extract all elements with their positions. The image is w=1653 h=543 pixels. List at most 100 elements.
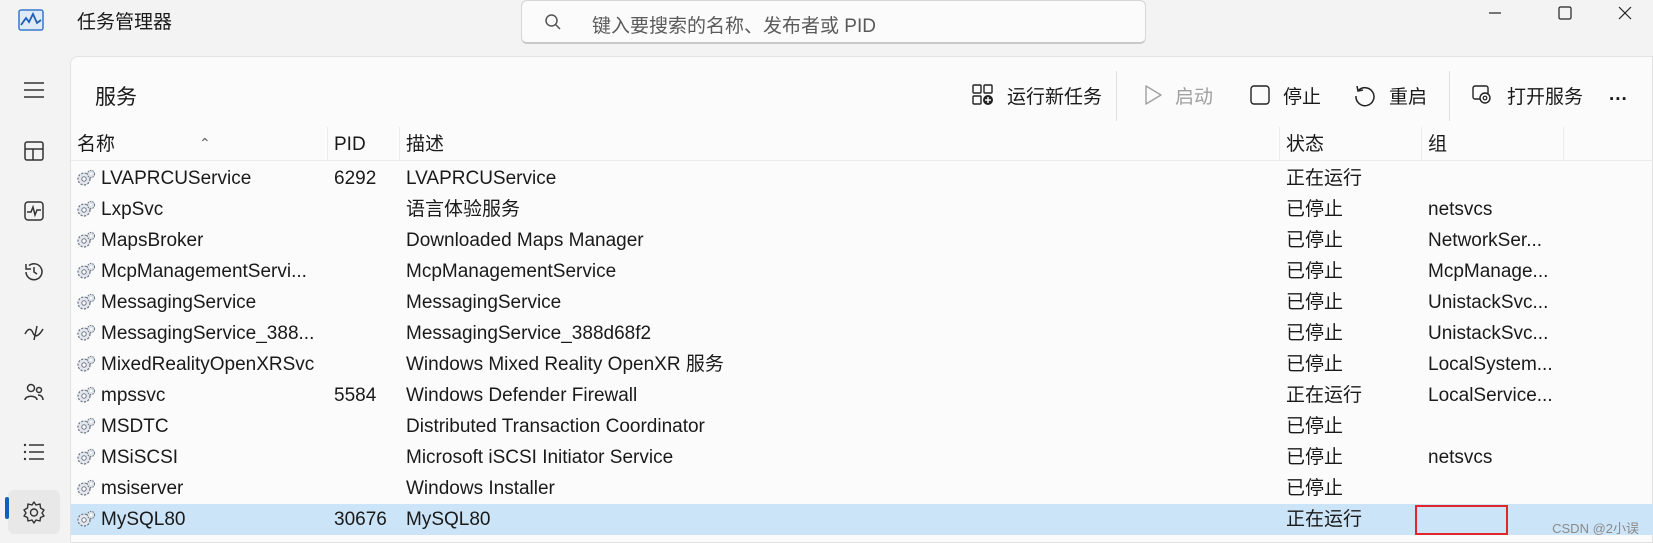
open-services-button[interactable]: 打开服务 — [1471, 77, 1583, 113]
table-header: 名称 ⌃ PID 描述 状态 组 — [71, 127, 1653, 161]
cell-group: LocalService... — [1428, 385, 1553, 406]
cell-description: MessagingService_388d68f2 — [406, 323, 652, 344]
title-bar: 任务管理器 键入要搜索的名称、发布者或 PID — [0, 0, 1653, 52]
search-box[interactable]: 键入要搜索的名称、发布者或 PID — [521, 0, 1146, 44]
active-nav-indicator — [5, 497, 9, 519]
table-row[interactable]: MixedRealityOpenXRSvc Windows Mixed Reali… — [71, 349, 1653, 380]
column-header-group[interactable]: 组 — [1422, 127, 1564, 161]
cell-status: 已停止 — [1286, 261, 1344, 282]
cell-status: 正在运行 — [1286, 168, 1363, 189]
column-header-name[interactable]: 名称 ⌃ — [71, 127, 328, 161]
sidebar — [0, 52, 70, 543]
table-row[interactable]: McpManagementServi... McpManagementServic… — [71, 256, 1653, 287]
service-gear-icon — [77, 448, 96, 465]
cell-name: msiserver — [101, 478, 184, 499]
start-button[interactable]: 启动 — [1143, 77, 1213, 113]
run-new-task-button[interactable]: 运行新任务 — [971, 77, 1102, 113]
service-gear-icon — [77, 293, 96, 310]
service-gear-icon — [77, 324, 96, 341]
sidebar-item-processes[interactable] — [8, 129, 60, 173]
table-row[interactable]: mpssvc 5584 Windows Defender Firewall 正在运行 L… — [71, 380, 1653, 411]
sort-ascending-icon: ⌃ — [199, 135, 211, 151]
toolbar-divider — [1116, 71, 1117, 121]
service-gear-icon — [77, 479, 96, 496]
search-input[interactable]: 键入要搜索的名称、发布者或 PID — [592, 11, 876, 38]
table-row[interactable]: MessagingService_388... MessagingService_… — [71, 318, 1653, 349]
cell-status: 已停止 — [1286, 230, 1344, 251]
cell-name: MixedRealityOpenXRSvc — [101, 354, 315, 375]
column-header-status-label: 状态 — [1286, 134, 1325, 155]
service-gear-icon — [77, 417, 96, 434]
open-services-icon — [1472, 85, 1491, 104]
start-label: 启动 — [1175, 86, 1214, 108]
service-gear-icon — [77, 510, 96, 527]
minimize-button[interactable] — [1470, 0, 1520, 26]
cell-status: 已停止 — [1286, 323, 1344, 344]
cell-group: McpManage... — [1428, 261, 1549, 282]
restart-label: 重启 — [1389, 86, 1428, 108]
stop-icon — [1250, 85, 1270, 105]
service-gear-icon — [77, 386, 96, 403]
watermark: CSDN @2小误 — [1552, 521, 1639, 536]
play-icon — [1145, 85, 1162, 105]
search-icon — [545, 14, 561, 30]
app-history-icon — [25, 263, 43, 281]
menu-icon — [24, 82, 44, 98]
performance-icon — [24, 201, 44, 221]
column-header-status[interactable]: 状态 — [1280, 127, 1422, 161]
cell-status: 已停止 — [1286, 416, 1344, 437]
table-row[interactable]: MessagingService MessagingService 已停止 Unist… — [71, 287, 1653, 318]
cell-description: MessagingService — [406, 292, 562, 313]
cell-status: 已停止 — [1286, 447, 1344, 468]
cell-name: mpssvc — [101, 385, 166, 406]
cell-name: MessagingService_388... — [101, 323, 315, 344]
table-row[interactable]: LxpSvc 语言体验服务 已停止 netsvcs — [71, 194, 1653, 225]
cell-group: NetworkSer... — [1428, 230, 1543, 251]
table-row[interactable]: MSDTC Distributed Transaction Coordinator… — [71, 411, 1653, 442]
service-gear-icon — [77, 355, 96, 372]
table-row[interactable]: LVAPRCUService 6292 LVAPRCUService 正在运行 — [71, 163, 1653, 194]
cell-name: MapsBroker — [101, 230, 204, 251]
table-row[interactable]: msiserver Windows Installer 已停止 — [71, 473, 1653, 504]
cell-name: MSiSCSI — [101, 447, 179, 468]
sidebar-item-users[interactable] — [8, 370, 60, 414]
minimize-icon — [1489, 12, 1501, 14]
cell-status: 已停止 — [1286, 199, 1344, 220]
sidebar-item-startup[interactable] — [8, 310, 60, 354]
stop-button[interactable]: 停止 — [1249, 77, 1321, 113]
cell-pid: 5584 — [334, 385, 377, 406]
cell-name: MessagingService — [101, 292, 257, 313]
cell-group: LocalSystem... — [1428, 354, 1553, 375]
cell-status: 已停止 — [1286, 354, 1344, 375]
table-row[interactable]: MySQL80 30676 MySQL80 正在运行 — [71, 504, 1653, 535]
sidebar-item-details[interactable] — [8, 430, 60, 474]
cell-status: 已停止 — [1286, 478, 1344, 499]
cell-group: UnistackSvc... — [1428, 323, 1549, 344]
cell-description: Downloaded Maps Manager — [406, 230, 644, 251]
cell-description: Distributed Transaction Coordinator — [406, 416, 705, 437]
sidebar-item-menu[interactable] — [8, 68, 60, 112]
close-button[interactable] — [1600, 0, 1650, 26]
cell-description: Windows Installer — [406, 478, 555, 499]
sidebar-item-services[interactable] — [8, 490, 60, 534]
cell-name: LxpSvc — [101, 199, 164, 220]
cell-description: LVAPRCUService — [406, 168, 557, 189]
task-manager-app-icon — [18, 9, 44, 31]
restart-icon — [1355, 85, 1375, 107]
service-gear-icon — [77, 169, 96, 186]
column-header-pid-label: PID — [334, 134, 366, 155]
column-header-pid[interactable]: PID — [328, 127, 400, 161]
restart-button[interactable]: 重启 — [1353, 77, 1427, 113]
table-row[interactable]: MSiSCSI Microsoft iSCSI Initiator Service… — [71, 442, 1653, 473]
sidebar-item-performance[interactable] — [8, 189, 60, 233]
column-header-description[interactable]: 描述 — [400, 127, 1280, 161]
cell-description: McpManagementService — [406, 261, 617, 282]
maximize-button[interactable] — [1540, 0, 1590, 26]
more-options-button[interactable]: ... — [1609, 77, 1628, 113]
run-new-task-label: 运行新任务 — [1007, 86, 1103, 108]
cell-name: LVAPRCUService — [101, 168, 252, 189]
table-row[interactable]: MapsBroker Downloaded Maps Manager 已停止 Netw… — [71, 225, 1653, 256]
cell-name: MSDTC — [101, 416, 169, 437]
maximize-icon — [1558, 6, 1572, 20]
sidebar-item-app-history[interactable] — [8, 250, 60, 294]
